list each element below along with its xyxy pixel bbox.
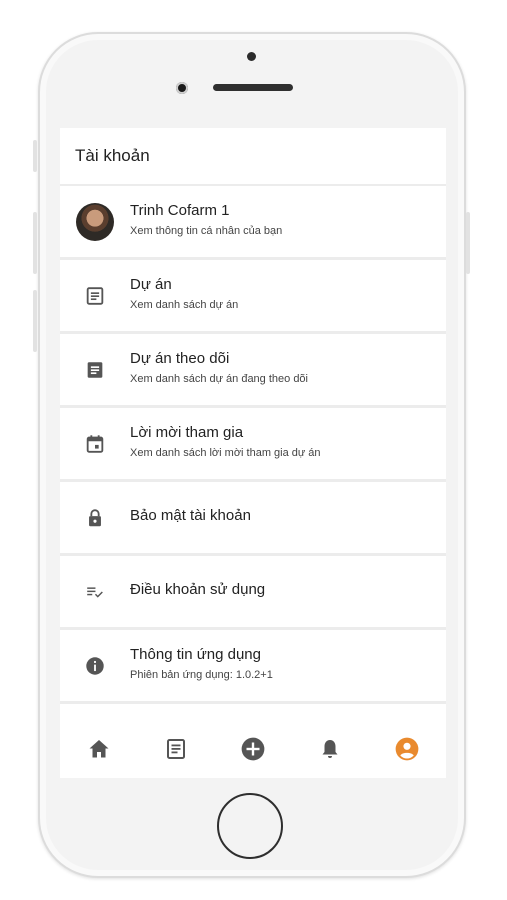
- nav-home[interactable]: [74, 724, 124, 774]
- icon-wrapper: [60, 408, 130, 479]
- menu-item-app-info[interactable]: Thông tin ứng dụng Phiên bản ứng dụng: 1…: [60, 630, 446, 701]
- page-header: Tài khoản: [60, 128, 446, 184]
- phone-sensor-dot: [247, 52, 256, 61]
- menu-item-invitations[interactable]: Lời mời tham gia Xem danh sách lời mời t…: [60, 408, 446, 479]
- menu-item-subtitle: Phiên bản ứng dụng: 1.0.2+1: [130, 669, 273, 681]
- projects-icon: [166, 739, 185, 759]
- menu-item-subtitle: Xem danh sách lời mời tham gia dự án: [130, 447, 321, 459]
- menu-item-subtitle: Xem danh sách dự án đang theo dõi: [130, 373, 308, 385]
- icon-wrapper: [60, 482, 130, 553]
- menu-item-title: Lời mời tham gia: [130, 424, 244, 441]
- info-icon: [86, 656, 104, 675]
- menu-item-text: Dự án Xem danh sách dự án: [130, 275, 238, 316]
- phone-power-button: [466, 212, 470, 274]
- article-filled-icon: [87, 361, 103, 378]
- phone-volume-up: [33, 212, 37, 274]
- menu-item-terms[interactable]: Điều khoản sử dụng: [60, 556, 446, 627]
- icon-wrapper: [60, 334, 130, 405]
- account-menu-list: Trinh Cofarm 1 Xem thông tin cá nhân của…: [60, 186, 446, 724]
- rule-icon: [87, 586, 103, 598]
- menu-item-subtitle: Xem danh sách dự án: [130, 299, 239, 311]
- nav-notifications[interactable]: [305, 724, 355, 774]
- menu-item-projects[interactable]: Dự án Xem danh sách dự án: [60, 260, 446, 331]
- menu-item-title: Trinh Cofarm 1: [130, 202, 230, 219]
- phone-volume-down: [33, 290, 37, 352]
- phone-mute-switch: [33, 140, 37, 172]
- icon-wrapper: [60, 260, 130, 331]
- phone-home-button[interactable]: [217, 793, 283, 859]
- menu-item-title: Điều khoản sử dụng: [130, 580, 266, 598]
- bell-icon: [322, 740, 338, 758]
- menu-item-title: Dự án theo dõi: [130, 350, 230, 367]
- home-icon: [89, 740, 109, 758]
- nav-projects[interactable]: [151, 724, 201, 774]
- lock-icon: [89, 508, 101, 526]
- nav-add[interactable]: [228, 724, 278, 774]
- menu-item-text: Điều khoản sử dụng: [130, 580, 265, 604]
- menu-item-text: Trinh Cofarm 1 Xem thông tin cá nhân của…: [130, 201, 282, 242]
- menu-item-text: Bảo mật tài khoản: [130, 506, 251, 530]
- account-icon: [395, 737, 419, 761]
- menu-item-text: Lời mời tham gia Xem danh sách lời mời t…: [130, 423, 321, 464]
- menu-item-title: Dự án: [130, 276, 172, 293]
- menu-item-title: Thông tin ứng dụng: [130, 646, 261, 663]
- menu-item-followed-projects[interactable]: Dự án theo dõi Xem danh sách dự án đang …: [60, 334, 446, 405]
- icon-wrapper: [60, 630, 130, 701]
- icon-wrapper: [60, 556, 130, 627]
- add-circle-icon: [241, 737, 265, 761]
- page-title: Tài khoản: [75, 146, 150, 165]
- article-outline-icon: [86, 286, 104, 305]
- menu-item-text: Thông tin ứng dụng Phiên bản ứng dụng: 1…: [130, 645, 273, 686]
- phone-speaker: [213, 84, 293, 91]
- avatar-wrapper: [60, 186, 130, 257]
- avatar: [76, 202, 114, 241]
- menu-item-title: Bảo mật tài khoản: [130, 506, 251, 524]
- app-screen: Tài khoản Trinh Cofarm 1 Xem thông tin c…: [60, 128, 446, 778]
- phone-camera: [176, 82, 188, 94]
- nav-account[interactable]: [382, 724, 432, 774]
- menu-item-subtitle: Xem thông tin cá nhân của bạn: [130, 225, 283, 237]
- bottom-navigation: [60, 720, 446, 778]
- menu-item-account-security[interactable]: Bảo mật tài khoản: [60, 482, 446, 553]
- calendar-icon: [86, 434, 104, 453]
- menu-item-text: Dự án theo dõi Xem danh sách dự án đang …: [130, 349, 308, 390]
- menu-item-profile[interactable]: Trinh Cofarm 1 Xem thông tin cá nhân của…: [60, 186, 446, 257]
